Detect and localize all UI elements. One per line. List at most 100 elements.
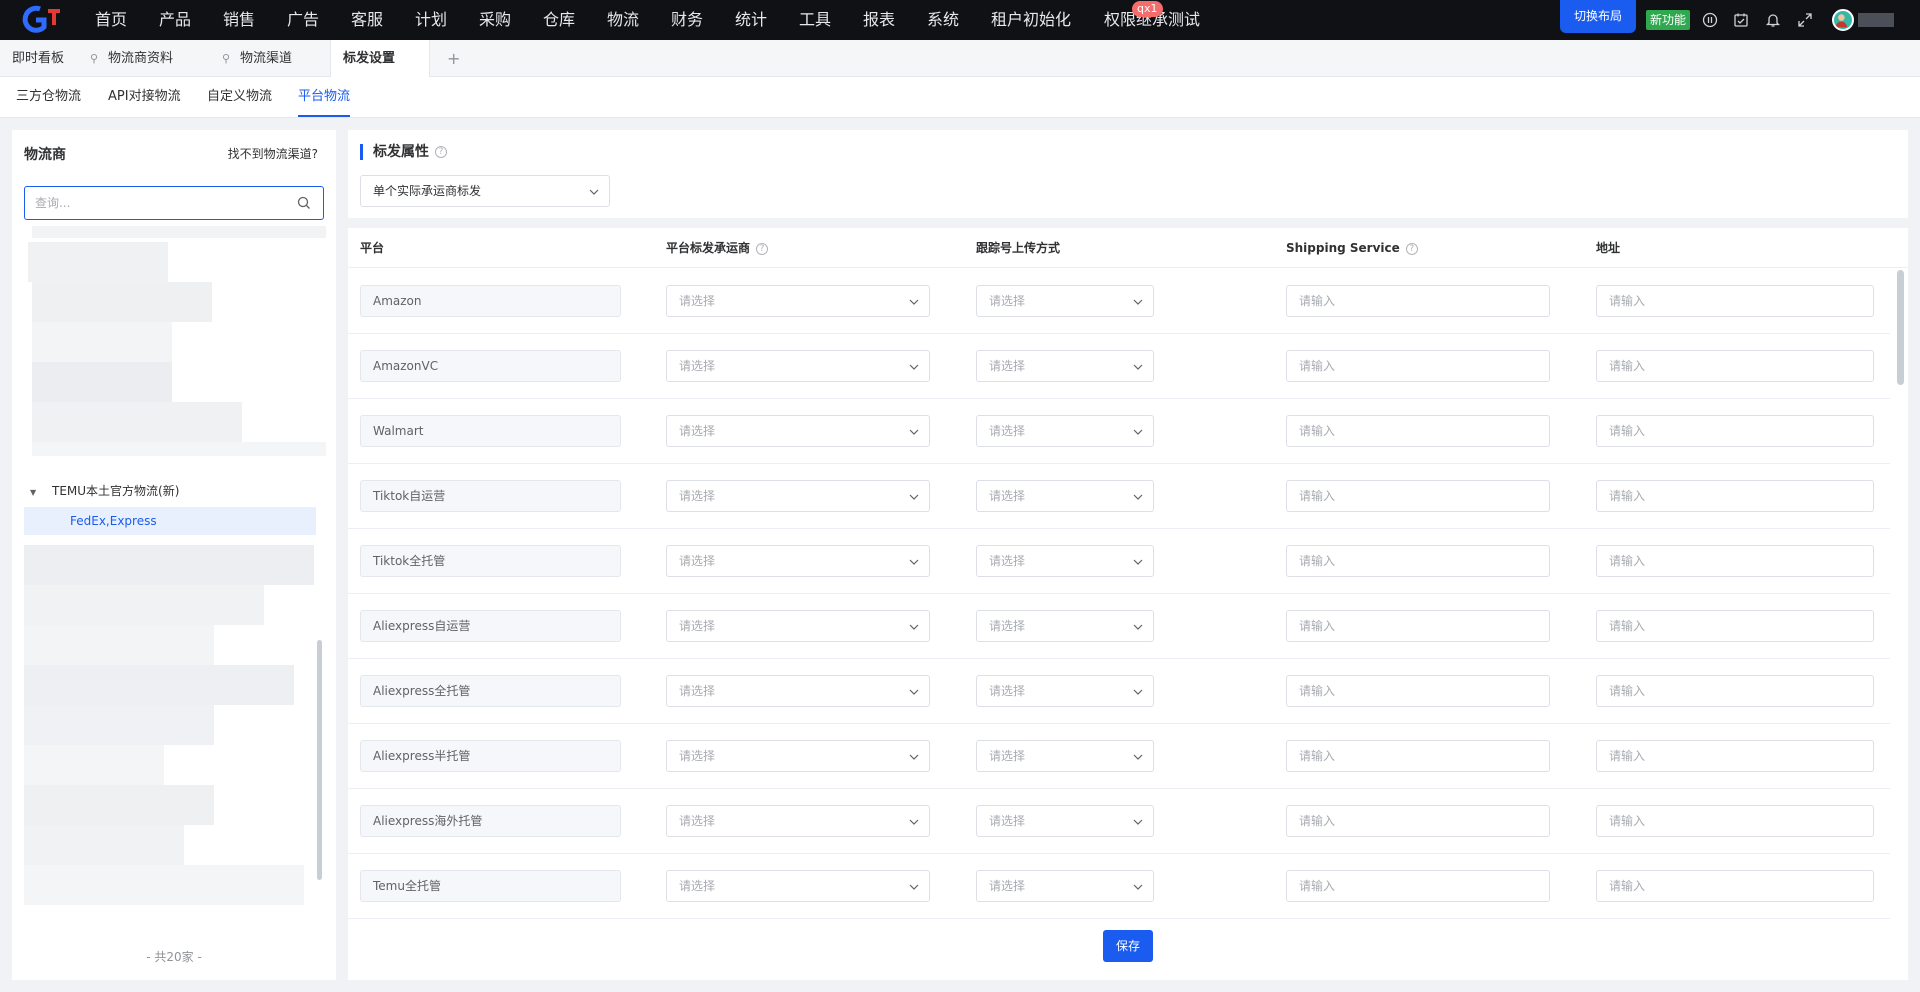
platform-carrier-select[interactable]: 请选择 <box>666 870 930 902</box>
redacted-tree-item[interactable] <box>32 402 242 442</box>
new-feature-button[interactable]: 新功能 <box>1646 10 1690 30</box>
nav-item[interactable]: 客服 <box>351 0 383 40</box>
mark-mode-select[interactable]: 单个实际承运商标发 <box>360 175 610 207</box>
subtab-custom-logistics[interactable]: 自定义物流 <box>207 77 272 117</box>
platform-carrier-select[interactable]: 请选择 <box>666 610 930 642</box>
nav-item[interactable]: 物流 <box>607 0 639 40</box>
nav-item[interactable]: 广告 <box>287 0 319 40</box>
platform-carrier-select[interactable]: 请选择 <box>666 350 930 382</box>
nav-item[interactable]: 工具 <box>799 0 831 40</box>
add-tab-icon[interactable]: + <box>447 40 460 77</box>
nav-item[interactable]: 计划 <box>415 0 447 40</box>
shipping-service-input[interactable]: 请输入 <box>1286 480 1550 512</box>
platform-carrier-select[interactable]: 请选择 <box>666 480 930 512</box>
tracking-upload-select[interactable]: 请选择 <box>976 350 1154 382</box>
tracking-upload-select[interactable]: 请选择 <box>976 805 1154 837</box>
pause-circle-icon[interactable] <box>1702 12 1718 28</box>
platform-carrier-select[interactable]: 请选择 <box>666 675 930 707</box>
tracking-upload-select[interactable]: 请选择 <box>976 285 1154 317</box>
address-input[interactable]: 请输入 <box>1596 675 1874 707</box>
nav-item[interactable]: 系统 <box>927 0 959 40</box>
redacted-tree-item[interactable] <box>32 226 326 238</box>
address-input[interactable]: 请输入 <box>1596 870 1874 902</box>
redacted-tree-item[interactable] <box>24 585 264 625</box>
shipping-service-input[interactable]: 请输入 <box>1286 545 1550 577</box>
address-input[interactable]: 请输入 <box>1596 350 1874 382</box>
shipping-service-input[interactable]: 请输入 <box>1286 740 1550 772</box>
fullscreen-icon[interactable] <box>1797 12 1813 28</box>
missing-channel-link[interactable]: 找不到物流渠道? <box>228 145 318 162</box>
tracking-upload-select[interactable]: 请选择 <box>976 610 1154 642</box>
subtab-3pl-logistics[interactable]: 三方仓物流 <box>16 77 81 117</box>
help-icon[interactable]: ? <box>1405 242 1418 255</box>
address-input[interactable]: 请输入 <box>1596 805 1874 837</box>
nav-item[interactable]: 采购 <box>479 0 511 40</box>
redacted-tree-item[interactable] <box>24 745 164 785</box>
address-input[interactable]: 请输入 <box>1596 480 1874 512</box>
carrier-search-field[interactable] <box>24 186 324 220</box>
shipping-service-input[interactable]: 请输入 <box>1286 350 1550 382</box>
user-name-redacted[interactable] <box>1858 13 1894 27</box>
nav-item[interactable]: 财务 <box>671 0 703 40</box>
redacted-tree-item[interactable] <box>24 825 184 865</box>
address-input[interactable]: 请输入 <box>1596 415 1874 447</box>
platform-carrier-select[interactable]: 请选择 <box>666 415 930 447</box>
tracking-upload-select[interactable]: 请选择 <box>976 870 1154 902</box>
shipping-service-input[interactable]: 请输入 <box>1286 805 1550 837</box>
redacted-tree-item[interactable] <box>24 785 214 825</box>
address-input[interactable]: 请输入 <box>1596 610 1874 642</box>
nav-item[interactable]: 统计 <box>735 0 767 40</box>
redacted-tree-item[interactable] <box>32 442 326 456</box>
redacted-tree-item[interactable] <box>24 705 214 745</box>
nav-item[interactable]: 仓库 <box>543 0 575 40</box>
nav-item[interactable]: 首页 <box>95 0 127 40</box>
subtab-platform-logistics[interactable]: 平台物流 <box>298 77 351 117</box>
app-logo[interactable] <box>18 5 62 35</box>
address-input[interactable]: 请输入 <box>1596 740 1874 772</box>
shipping-service-input[interactable]: 请输入 <box>1286 870 1550 902</box>
tab-logistics-channels[interactable]: ⚲ 物流渠道 <box>222 40 292 77</box>
tracking-upload-select[interactable]: 请选择 <box>976 675 1154 707</box>
nav-item[interactable]: 报表 <box>863 0 895 40</box>
tab-mark-shipped-settings[interactable]: 标发设置 <box>330 40 430 77</box>
platform-carrier-select[interactable]: 请选择 <box>666 545 930 577</box>
tab-carrier-profile[interactable]: ⚲ 物流商资料 <box>90 40 173 77</box>
search-icon[interactable] <box>297 196 311 210</box>
subtab-api-logistics[interactable]: API对接物流 <box>108 77 181 117</box>
user-avatar[interactable] <box>1832 9 1854 31</box>
shipping-service-input[interactable]: 请输入 <box>1286 285 1550 317</box>
tracking-upload-select[interactable]: 请选择 <box>976 740 1154 772</box>
platform-carrier-select[interactable]: 请选择 <box>666 805 930 837</box>
help-icon[interactable]: ? <box>435 146 447 158</box>
redacted-tree-item[interactable] <box>32 322 172 362</box>
bell-icon[interactable] <box>1765 12 1781 28</box>
nav-item[interactable]: 产品 <box>159 0 191 40</box>
switch-layout-button[interactable]: 切换布局 <box>1560 0 1636 33</box>
redacted-tree-item[interactable] <box>28 242 168 282</box>
redacted-tree-item[interactable] <box>32 282 212 322</box>
tracking-upload-select[interactable]: 请选择 <box>976 415 1154 447</box>
platform-carrier-select[interactable]: 请选择 <box>666 285 930 317</box>
redacted-tree-item[interactable] <box>24 665 294 705</box>
save-button[interactable]: 保存 <box>1103 930 1153 962</box>
carrier-search-input[interactable] <box>35 187 285 219</box>
tree-node-temu-local[interactable]: ▼ TEMU本土官方物流(新) <box>24 477 179 505</box>
tab-dashboard[interactable]: 即时看板 <box>12 40 64 77</box>
help-icon[interactable]: ? <box>756 242 769 255</box>
redacted-tree-item[interactable] <box>32 362 172 402</box>
address-input[interactable]: 请输入 <box>1596 545 1874 577</box>
nav-item[interactable]: 销售 <box>223 0 255 40</box>
nav-item[interactable]: 租户初始化 <box>991 0 1071 40</box>
caret-down-icon[interactable]: ▼ <box>30 479 40 507</box>
tree-node-fedex-express[interactable]: FedEx,Express <box>24 507 316 535</box>
tracking-upload-select[interactable]: 请选择 <box>976 480 1154 512</box>
shipping-service-input[interactable]: 请输入 <box>1286 675 1550 707</box>
calendar-check-icon[interactable] <box>1733 12 1749 28</box>
shipping-service-input[interactable]: 请输入 <box>1286 610 1550 642</box>
redacted-tree-item[interactable] <box>24 545 314 585</box>
tree-scrollbar[interactable] <box>317 640 322 880</box>
tracking-upload-select[interactable]: 请选择 <box>976 545 1154 577</box>
redacted-tree-item[interactable] <box>24 865 304 905</box>
address-input[interactable]: 请输入 <box>1596 285 1874 317</box>
platform-carrier-select[interactable]: 请选择 <box>666 740 930 772</box>
